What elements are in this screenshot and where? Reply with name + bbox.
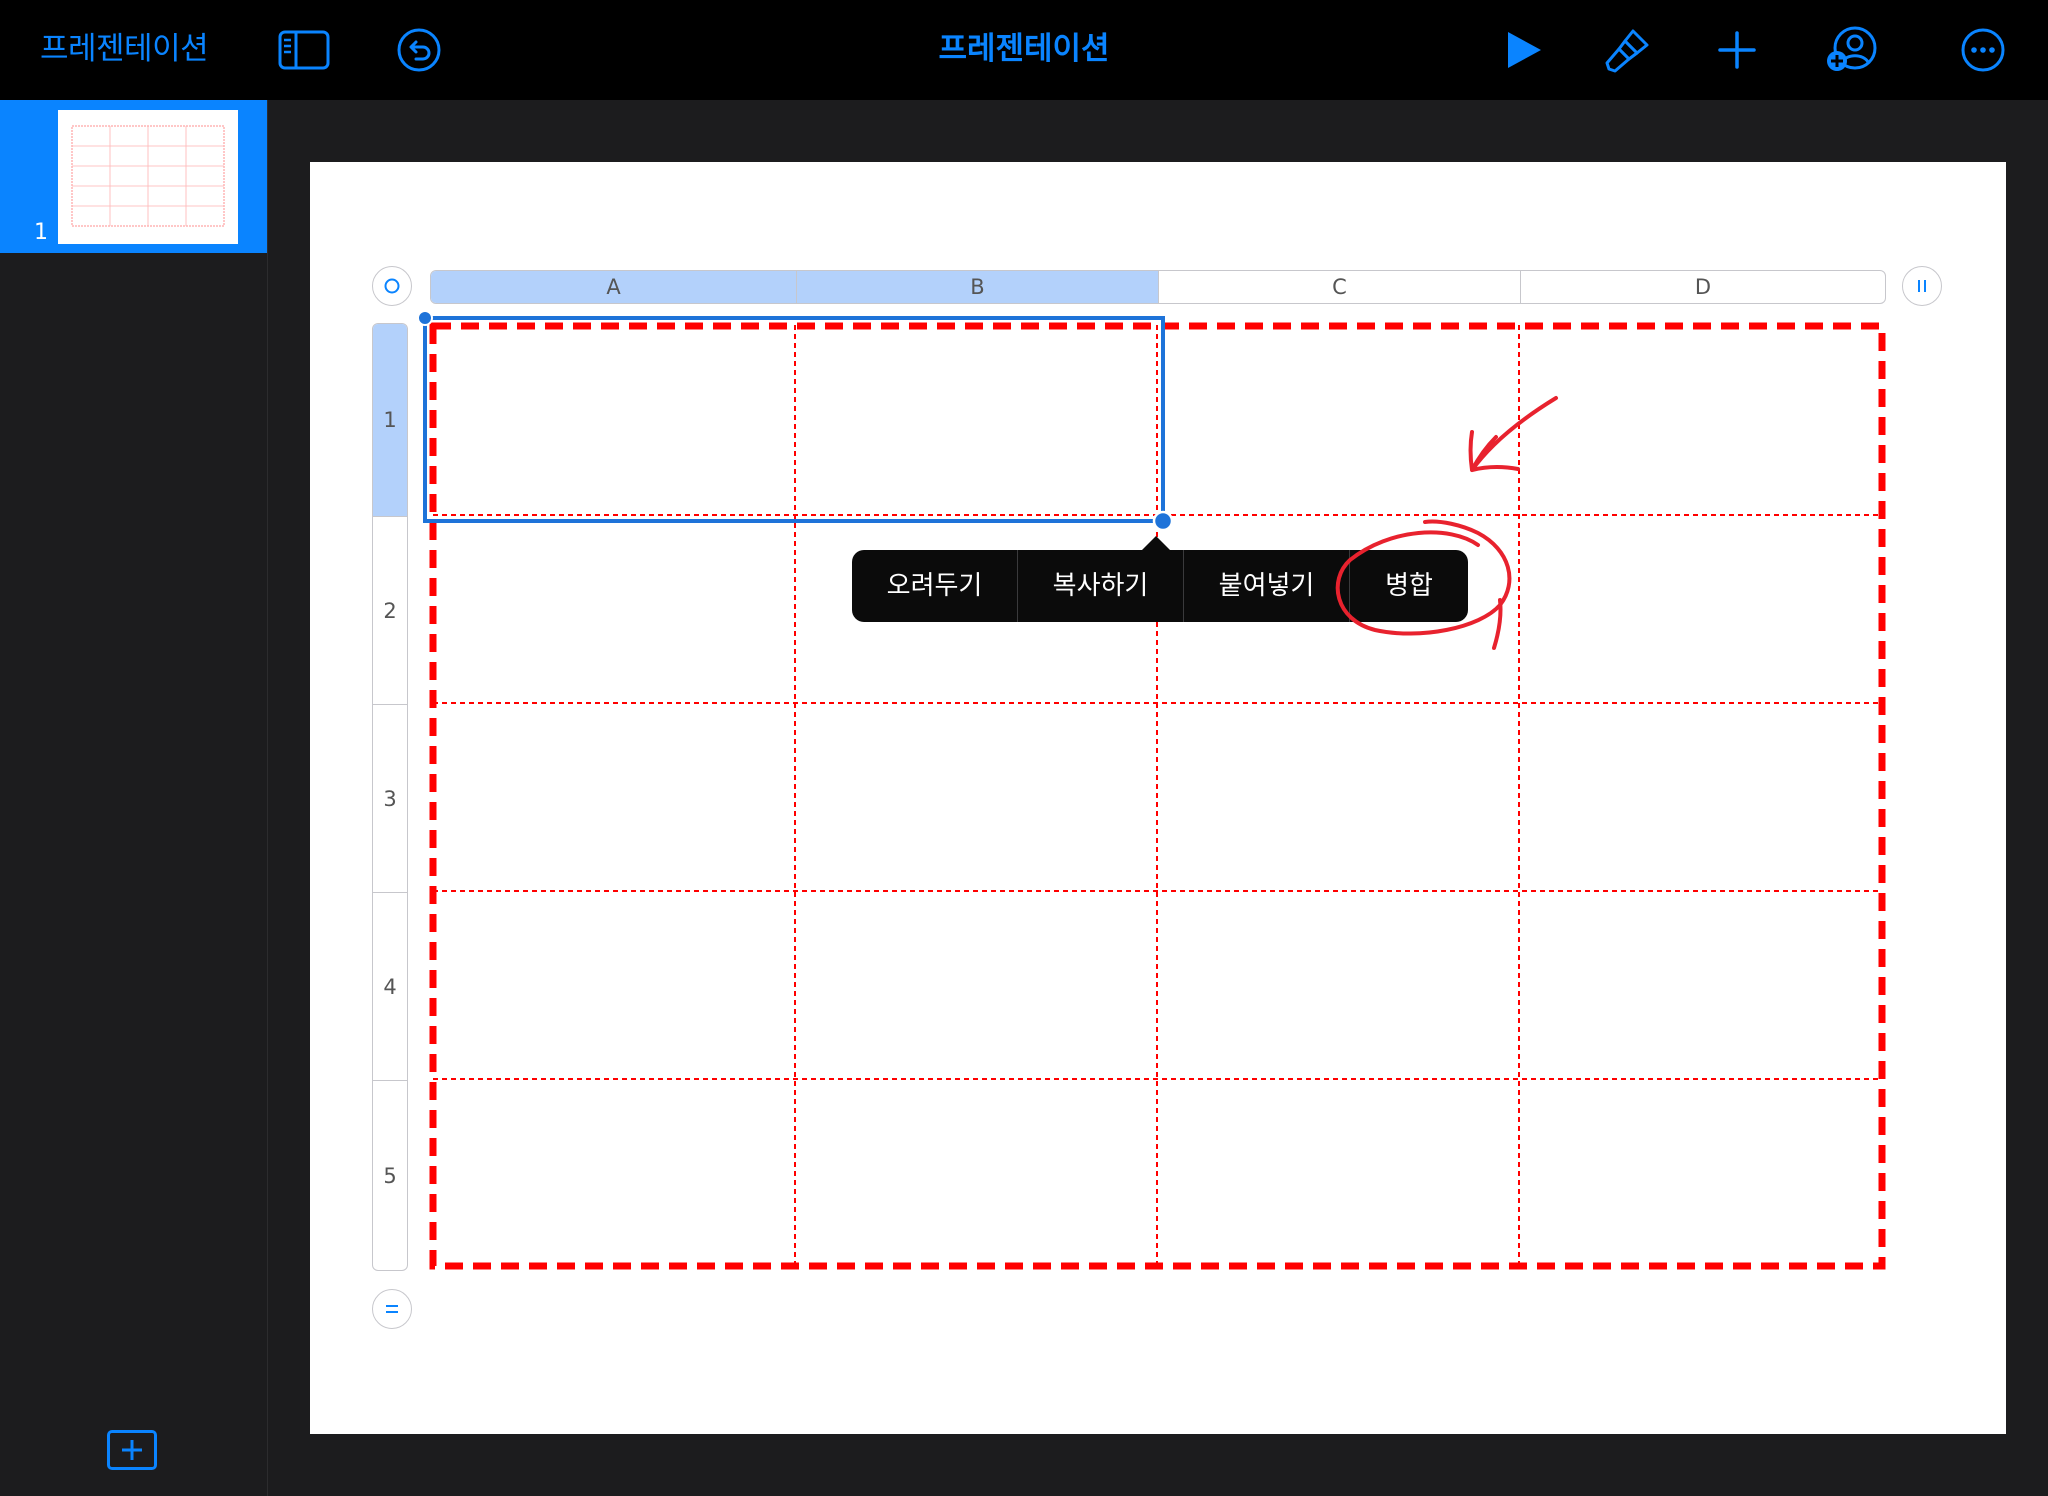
context-menu-arrow [1140,536,1172,552]
cut-menu-item[interactable]: 오려두기 [852,550,1018,622]
paste-menu-item[interactable]: 붙여넣기 [1184,550,1350,622]
merge-menu-item[interactable]: 병합 [1350,550,1468,622]
table-grid[interactable] [0,0,2048,1496]
context-menu: 오려두기 복사하기 붙여넣기 병합 [852,536,1468,622]
copy-menu-item[interactable]: 복사하기 [1018,550,1184,622]
selection-handle-top-left[interactable] [417,310,433,326]
selection-handle-bottom-right[interactable] [1152,510,1174,532]
